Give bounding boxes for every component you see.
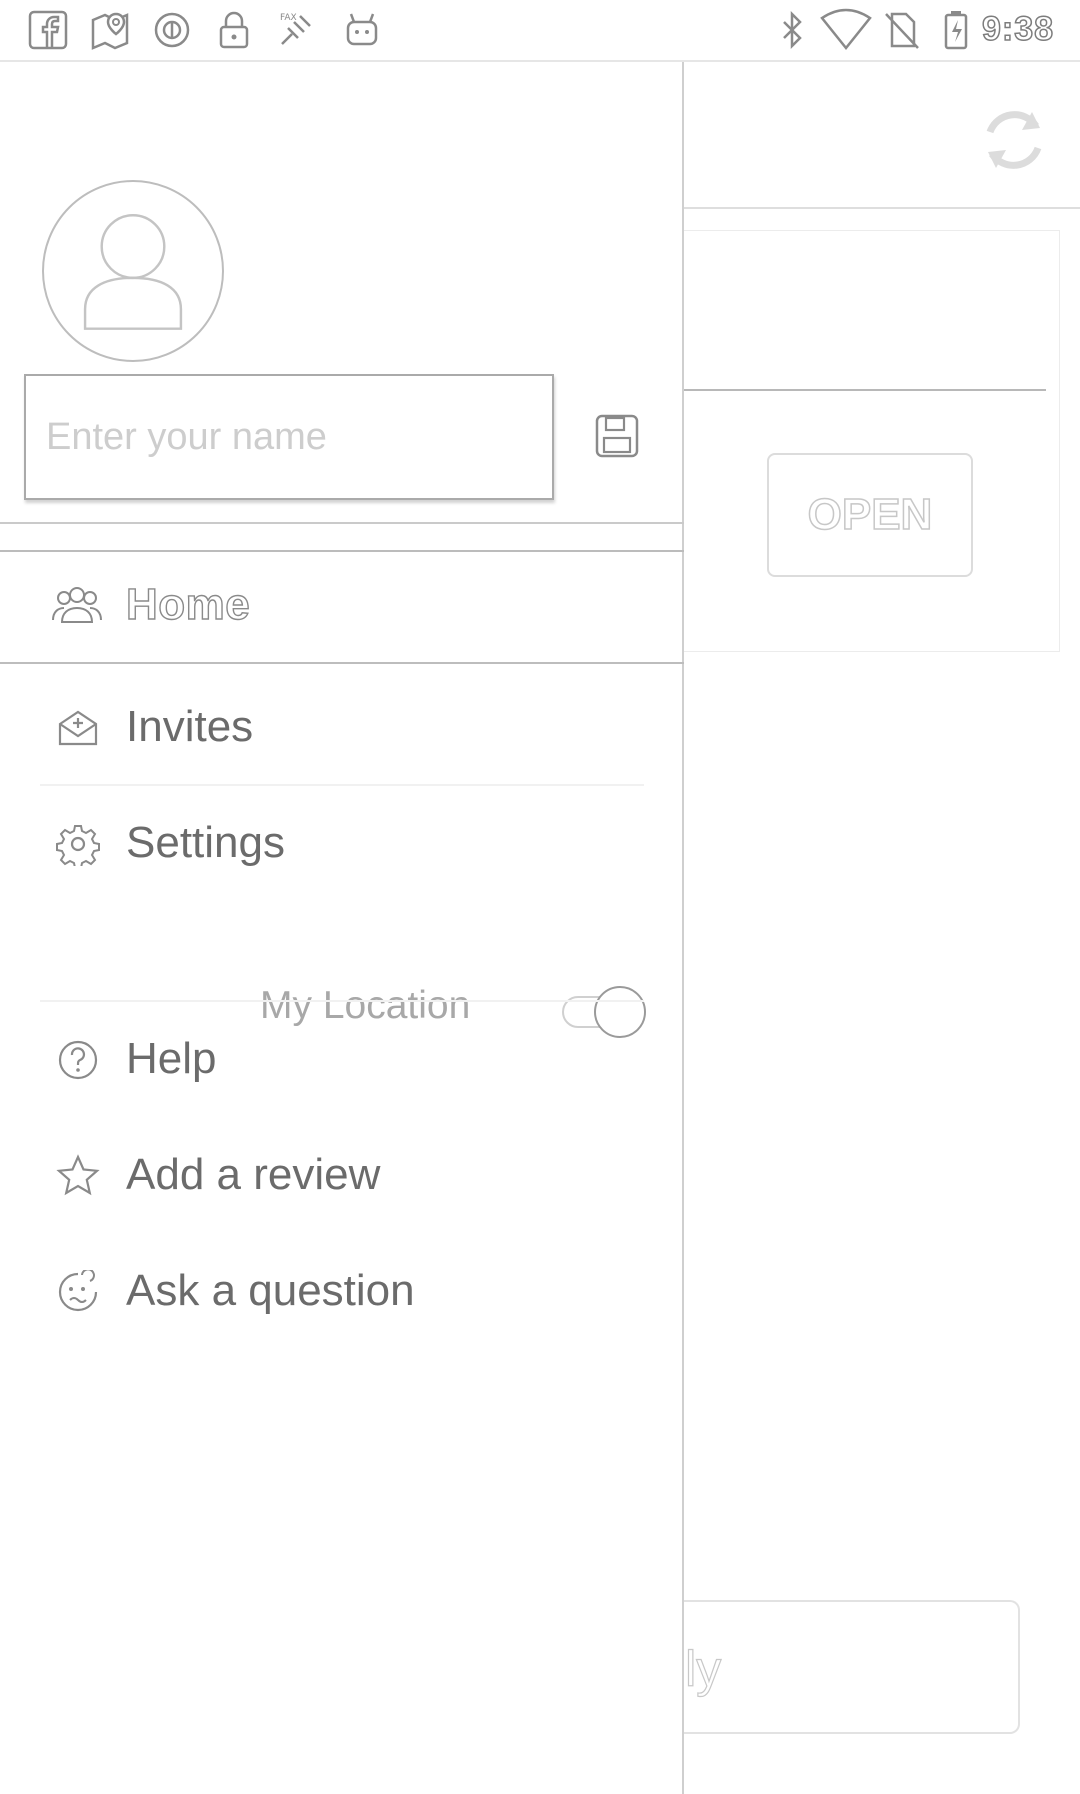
user-placeholder-icon [83, 214, 183, 330]
card-divider [684, 389, 1046, 391]
menu-divider [40, 784, 644, 786]
wifi-icon [820, 8, 872, 52]
navigation-drawer: Home Invites Settings My Location Help A… [0, 62, 684, 1794]
nav-home-label: Home [125, 579, 251, 629]
nav-help-label: Help [126, 1034, 217, 1083]
drawer-header-divider [0, 522, 684, 552]
menu-divider [40, 1000, 644, 1002]
data-saver-icon [150, 8, 194, 52]
satellite-icon: FAX [274, 8, 318, 52]
star-icon [56, 1154, 100, 1198]
nav-item-invites[interactable]: Invites [0, 678, 684, 778]
nav-add-review-label: Add a review [126, 1150, 381, 1199]
name-input[interactable] [24, 374, 554, 500]
lock-icon [212, 8, 256, 52]
avatar[interactable] [42, 180, 224, 362]
nav-item-ask-question[interactable]: Ask a question [0, 1242, 684, 1342]
nav-item-add-review[interactable]: Add a review [0, 1126, 684, 1226]
nav-item-home[interactable]: Home [0, 552, 684, 664]
no-sim-icon [880, 8, 924, 52]
status-bar: FAX 9:38 [0, 0, 1080, 62]
battery-charging-icon [934, 8, 978, 52]
mail-add-icon [56, 706, 100, 750]
refresh-icon[interactable] [974, 100, 1054, 180]
nav-settings-label: Settings [126, 818, 285, 867]
help-circle-icon [56, 1038, 100, 1082]
background-bottom-button-label: ily [684, 1640, 722, 1697]
svg-text:FAX: FAX [280, 13, 297, 23]
status-time: 9:38 [981, 9, 1055, 49]
facebook-icon [26, 8, 70, 52]
nav-invites-label: Invites [126, 702, 254, 751]
open-button[interactable]: OPEN [767, 453, 973, 577]
confused-face-icon [56, 1268, 100, 1314]
group-icon [50, 582, 104, 632]
background-bottom-button[interactable]: ily [684, 1600, 1020, 1734]
nav-ask-question-label: Ask a question [126, 1266, 415, 1315]
background-toolbar [684, 64, 1080, 209]
background-card: OPEN [684, 230, 1060, 652]
bluetooth-icon [770, 8, 814, 52]
save-icon[interactable] [593, 412, 641, 460]
gear-icon [56, 822, 100, 869]
maps-icon [88, 8, 132, 52]
android-icon [340, 8, 384, 52]
nav-item-help[interactable]: Help [0, 1010, 684, 1110]
nav-item-settings[interactable]: Settings [0, 794, 684, 894]
